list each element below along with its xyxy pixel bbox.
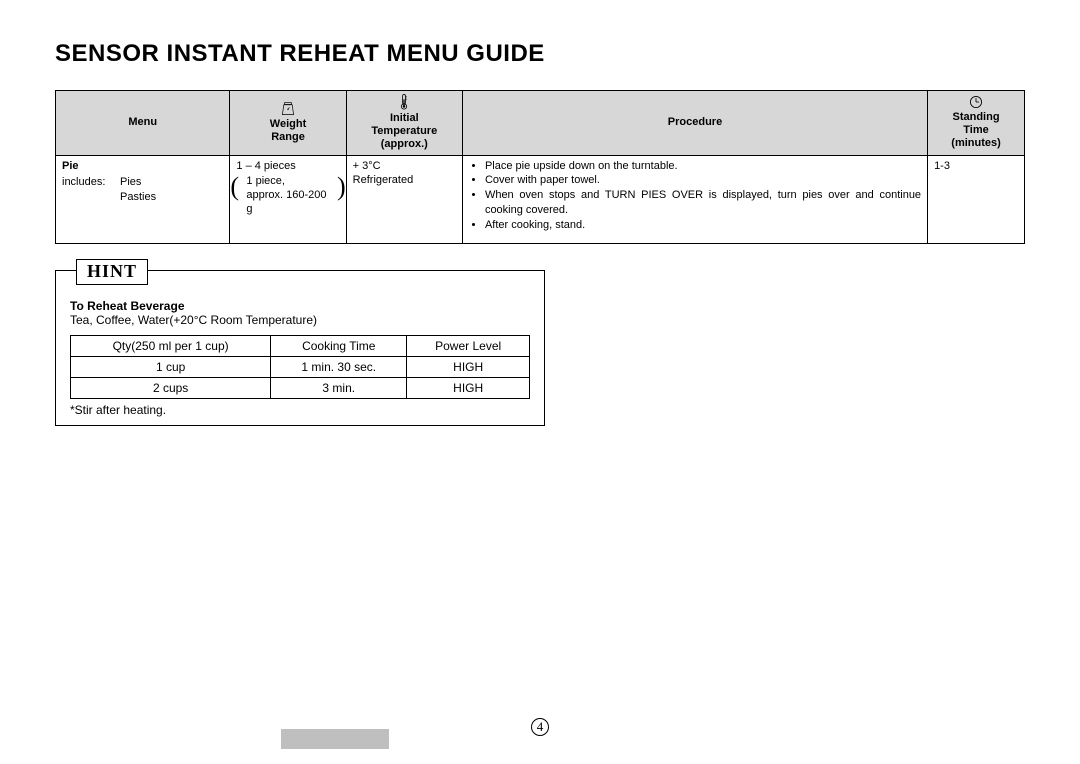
hint-col-power: Power Level xyxy=(407,335,530,356)
includes-items: Pies Pasties xyxy=(120,175,223,205)
table-row: Pie includes: Pies Pasties 1 – 4 pieces … xyxy=(56,155,1025,243)
hint-tab-label: HINT xyxy=(76,259,148,285)
hint-heading: To Reheat Beverage xyxy=(70,299,530,313)
col-header-temperature: Initial Temperature (approx.) xyxy=(346,91,462,156)
cell-menu: Pie includes: Pies Pasties xyxy=(56,155,230,243)
col-header-menu: Menu xyxy=(56,91,230,156)
cell-weight: 1 – 4 pieces 1 piece, approx. 160-200 g xyxy=(230,155,346,243)
hint-col-time: Cooking Time xyxy=(271,335,407,356)
hint-row: 2 cups 3 min. HIGH xyxy=(71,377,530,398)
includes-label: includes: xyxy=(62,175,120,205)
standing-time-value: 1-3 xyxy=(934,160,950,172)
procedure-step: When oven stops and TURN PIES OVER is di… xyxy=(485,188,921,218)
hint-row: 1 cup 1 min. 30 sec. HIGH xyxy=(71,356,530,377)
procedure-step: After cooking, stand. xyxy=(485,218,921,233)
print-mark xyxy=(281,729,389,749)
hint-table: Qty(250 ml per 1 cup) Cooking Time Power… xyxy=(70,335,530,399)
procedure-step: Cover with paper towel. xyxy=(485,173,921,188)
thermometer-icon xyxy=(399,94,409,110)
clock-icon xyxy=(969,95,983,109)
cell-temperature: + 3°C Refrigerated xyxy=(346,155,462,243)
temp-note: Refrigerated xyxy=(353,173,456,188)
reheat-menu-table: Menu Weight Range xyxy=(55,90,1025,244)
col-header-weight: Weight Range xyxy=(230,91,346,156)
procedure-step: Place pie upside down on the turntable. xyxy=(485,159,921,174)
cell-procedure: Place pie upside down on the turntable. … xyxy=(462,155,927,243)
temp-value: + 3°C xyxy=(353,159,456,174)
hint-box: HINT To Reheat Beverage Tea, Coffee, Wat… xyxy=(55,270,545,426)
weight-icon xyxy=(281,102,295,116)
page-number: 4 xyxy=(531,718,549,736)
col-header-standing-time: Standing Time (minutes) xyxy=(928,91,1025,156)
hint-col-qty: Qty(250 ml per 1 cup) xyxy=(71,335,271,356)
page-title: SENSOR INSTANT REHEAT MENU GUIDE xyxy=(55,40,1025,68)
procedure-list: Place pie upside down on the turntable. … xyxy=(469,159,921,233)
cell-standing-time: 1-3 xyxy=(928,155,1025,243)
weight-range: 1 – 4 pieces xyxy=(236,159,339,174)
hint-footnote: *Stir after heating. xyxy=(70,403,530,417)
hint-subheading: Tea, Coffee, Water(+20°C Room Temperatur… xyxy=(70,313,530,327)
menu-item-name: Pie xyxy=(62,160,79,172)
col-header-procedure: Procedure xyxy=(462,91,927,156)
weight-per-piece: 1 piece, approx. 160-200 g xyxy=(236,175,339,216)
